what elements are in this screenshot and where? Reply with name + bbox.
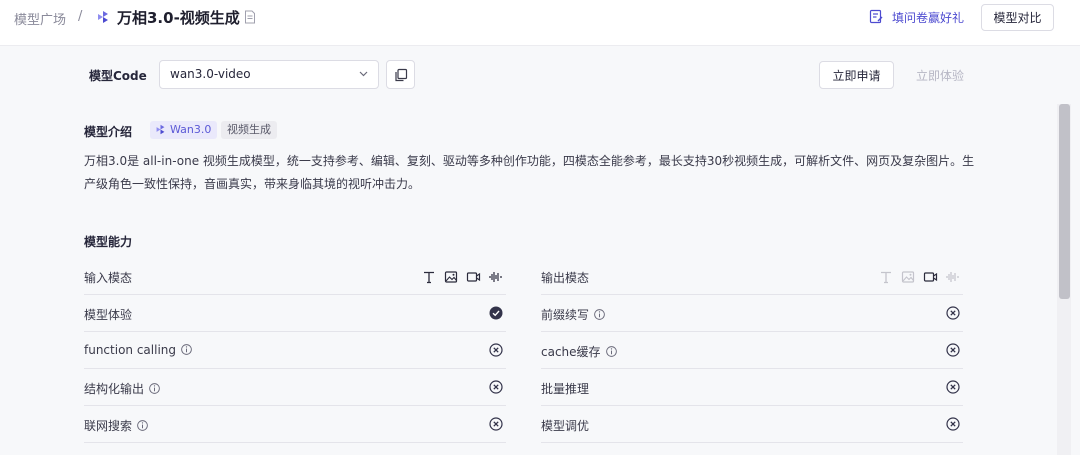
info-icon[interactable] [181,344,192,355]
capability-label: 结构化输出 [84,382,145,396]
table-row: function calling [84,332,506,369]
wan-logo-icon [98,11,108,23]
video-modality-icon [922,269,938,285]
capability-label: 模型体验 [84,308,133,322]
output-modality-label: 输出模态 [541,271,590,285]
video-modality-icon [465,269,481,285]
tag-video-generation: 视频生成 [221,121,277,139]
image-modality-icon [443,269,459,285]
table-row: cache缓存 [541,332,963,369]
table-row: 模型体验 [84,295,506,332]
capabilities-table-right: 输出模态 前缀续写 cache缓存 批量推理 模型调优 [541,258,963,443]
wan-logo-icon [156,124,165,135]
table-row: 结构化输出 [84,369,506,406]
x-circle-icon [946,380,960,394]
x-circle-icon [946,343,960,357]
info-icon[interactable] [605,346,617,357]
survey-icon[interactable] [869,9,883,24]
breadcrumb-separator: / [78,9,83,24]
table-row: 联网搜索 [84,406,506,443]
table-row: 输入模态 [84,258,506,295]
table-row: 模型调优 [541,406,963,443]
table-row: 批量推理 [541,369,963,406]
tag-wan3-label: Wan3.0 [170,123,212,136]
input-modality-label: 输入模态 [84,271,133,285]
info-icon[interactable] [594,309,605,320]
breadcrumb-root[interactable]: 模型广场 [14,9,66,28]
x-circle-icon [946,306,960,320]
try-now-button[interactable]: 立即体验 [916,67,964,84]
audio-modality-icon [487,269,503,285]
model-compare-button[interactable]: 模型对比 [981,4,1054,31]
check-circle-icon [489,306,503,320]
capability-label: 前缀续写 [541,308,590,322]
x-circle-icon [946,417,960,431]
capability-label: 批量推理 [541,382,590,396]
info-icon[interactable] [149,383,160,394]
chevron-down-icon [359,71,368,77]
audio-modality-icon [944,269,960,285]
model-code-label: 模型Code [89,69,147,83]
table-row: 输出模态 [541,258,963,295]
table-row: 前缀续写 [541,295,963,332]
apply-now-button[interactable]: 立即申请 [819,61,894,89]
capability-label: cache缓存 [541,345,601,359]
tag-wan3: Wan3.0 [150,121,218,139]
info-icon[interactable] [137,420,148,431]
image-modality-icon [900,269,916,285]
capabilities-heading: 模型能力 [84,235,133,249]
capabilities-table-left: 输入模态 模型体验 function calling 结构化输出 联网搜索 [84,258,506,443]
text-modality-icon [421,269,437,285]
intro-heading: 模型介绍 [84,125,133,139]
top-bar: 模型广场 / 万相3.0-视频生成 填问卷赢好礼 模型对比 [0,0,1080,46]
copy-button[interactable] [386,60,415,89]
output-modalities [878,269,960,285]
x-circle-icon [489,343,503,357]
text-modality-icon [878,269,894,285]
x-circle-icon [489,417,503,431]
model-code-select[interactable]: wan3.0-video [159,60,379,89]
input-modalities [421,269,503,285]
page-title: 万相3.0-视频生成 [117,9,240,27]
model-description: 万相3.0是 all-in-one 视频生成模型，统一支持参考、编辑、复刻、驱动… [84,154,975,191]
capability-label: 模型调优 [541,419,590,433]
copy-icon [395,68,408,82]
scrollbar-thumb[interactable] [1059,104,1070,299]
capability-label: 联网搜索 [84,419,133,433]
survey-link[interactable]: 填问卷赢好礼 [892,9,964,26]
document-icon[interactable] [244,10,256,24]
capability-label: function calling [84,343,177,357]
model-code-value: wan3.0-video [170,67,251,81]
x-circle-icon [489,380,503,394]
